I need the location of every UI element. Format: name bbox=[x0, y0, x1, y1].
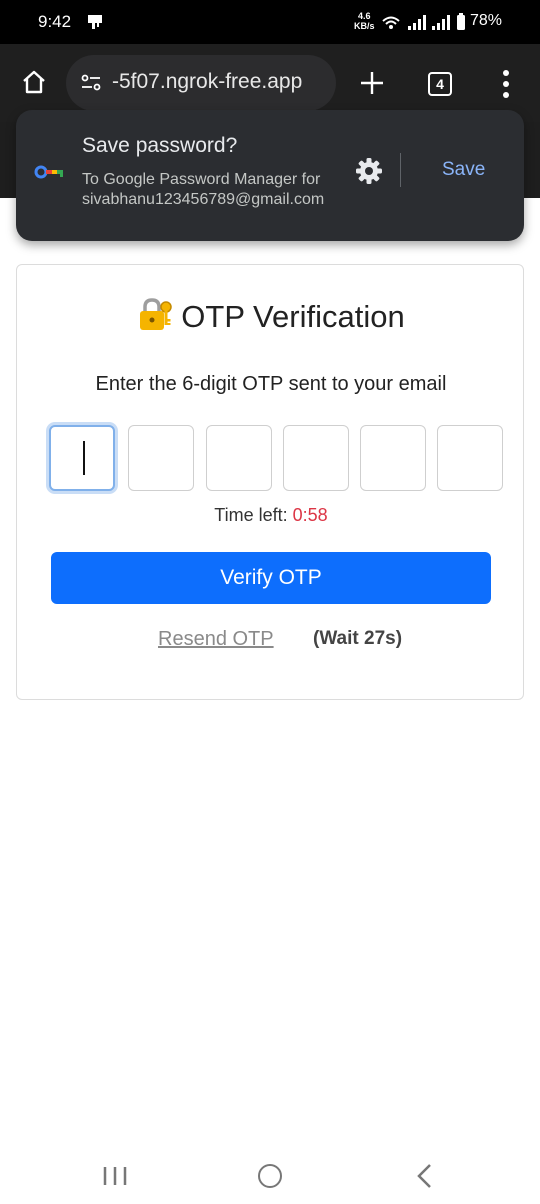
more-vert-icon[interactable] bbox=[498, 68, 514, 100]
gear-icon[interactable] bbox=[354, 156, 384, 186]
save-password-button[interactable]: Save bbox=[442, 159, 485, 181]
popup-subtitle: To Google Password Manager for sivabhanu… bbox=[82, 171, 325, 208]
otp-digit-5[interactable] bbox=[360, 425, 426, 491]
resend-otp-link[interactable]: Resend OTP bbox=[158, 628, 274, 651]
otp-digit-6[interactable] bbox=[437, 425, 503, 491]
battery-level: 78% bbox=[470, 12, 503, 29]
otp-card: OTP Verification Enter the 6-digit OTP s… bbox=[16, 264, 524, 700]
nav-home-icon[interactable] bbox=[258, 1164, 282, 1188]
net-speed: 4.6 KB/s bbox=[354, 11, 375, 31]
url-text[interactable]: -5f07.ngrok-free.app bbox=[112, 70, 302, 94]
popup-title: Save password? bbox=[82, 134, 238, 157]
back-icon[interactable] bbox=[414, 1163, 434, 1189]
notification-icon bbox=[86, 13, 104, 31]
signal-icons bbox=[380, 12, 470, 32]
popup-divider bbox=[400, 153, 401, 187]
otp-digit-3[interactable] bbox=[206, 425, 272, 491]
site-settings-icon[interactable] bbox=[80, 72, 102, 94]
save-password-popup: Save password? To Google Password Manage… bbox=[16, 110, 524, 241]
status-time: 9:42 bbox=[38, 12, 72, 31]
recent-apps-icon[interactable] bbox=[102, 1165, 128, 1187]
status-bar: 9:42 4.6 KB/s 78% bbox=[0, 0, 540, 44]
otp-digit-4[interactable] bbox=[283, 425, 349, 491]
tab-switcher-button[interactable]: 4 bbox=[428, 72, 452, 96]
otp-digit-1[interactable] bbox=[49, 425, 115, 491]
otp-digit-2[interactable] bbox=[128, 425, 194, 491]
new-tab-icon[interactable] bbox=[358, 69, 386, 97]
resend-wait-text: (Wait 27s) bbox=[313, 628, 403, 649]
key-icon bbox=[34, 164, 66, 180]
address-bar[interactable]: -5f07.ngrok-free.app bbox=[66, 55, 336, 111]
timer-value: 0:58 bbox=[292, 505, 328, 525]
verify-otp-button[interactable]: Verify OTP bbox=[51, 552, 491, 604]
page-title: OTP Verification bbox=[17, 297, 525, 335]
timer-label: Time left: bbox=[214, 505, 288, 525]
lock-with-key-icon bbox=[137, 297, 173, 331]
otp-instructions: Enter the 6-digit OTP sent to your email bbox=[95, 373, 447, 395]
home-icon[interactable] bbox=[20, 68, 48, 96]
countdown-timer: Time left: 0:58 bbox=[17, 505, 525, 526]
